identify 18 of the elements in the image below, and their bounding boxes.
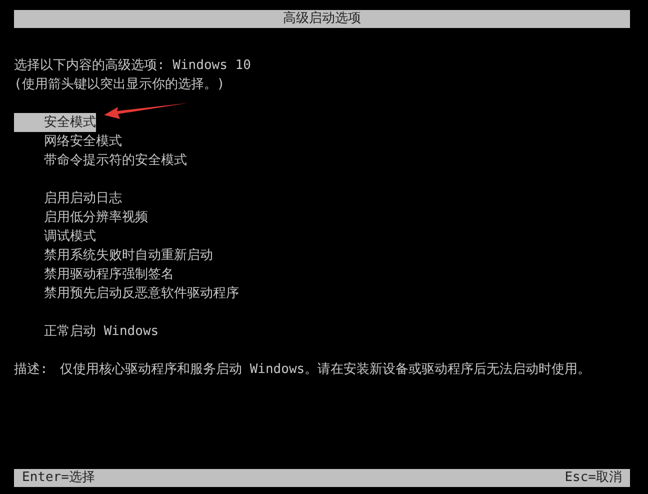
instruction-text: (使用箭头键以突出显示你的选择。) xyxy=(14,76,225,94)
boot-option[interactable]: 禁用驱动程序强制签名 xyxy=(44,265,174,284)
boot-option[interactable]: 启用启动日志 xyxy=(44,189,122,208)
description-text: 仅使用核心驱动程序和服务启动 Windows。请在安装新设备或驱动程序后无法启动时使用。 xyxy=(60,361,592,379)
boot-option[interactable]: 调试模式 xyxy=(44,227,96,246)
boot-option[interactable]: 禁用预先启动反恶意软件驱动程序 xyxy=(44,284,239,303)
title-bar: 高级启动选项 xyxy=(14,10,630,28)
footer-hint: Esc=取消 xyxy=(564,469,622,487)
description-label: 描述: xyxy=(14,361,49,379)
boot-option[interactable]: 带命令提示符的安全模式 xyxy=(44,151,187,170)
boot-option[interactable]: 启用低分辨率视频 xyxy=(44,208,148,227)
boot-option[interactable]: 安全模式 xyxy=(14,113,96,132)
instruction-text: 选择以下内容的高级选项: Windows 10 xyxy=(14,57,251,75)
boot-option[interactable]: 网络安全模式 xyxy=(44,132,122,151)
footer-hint: Enter=选择 xyxy=(22,469,95,487)
arrow-icon xyxy=(104,102,188,122)
boot-option[interactable]: 正常启动 Windows xyxy=(44,322,159,341)
boot-option[interactable]: 禁用系统失败时自动重新启动 xyxy=(44,246,213,265)
